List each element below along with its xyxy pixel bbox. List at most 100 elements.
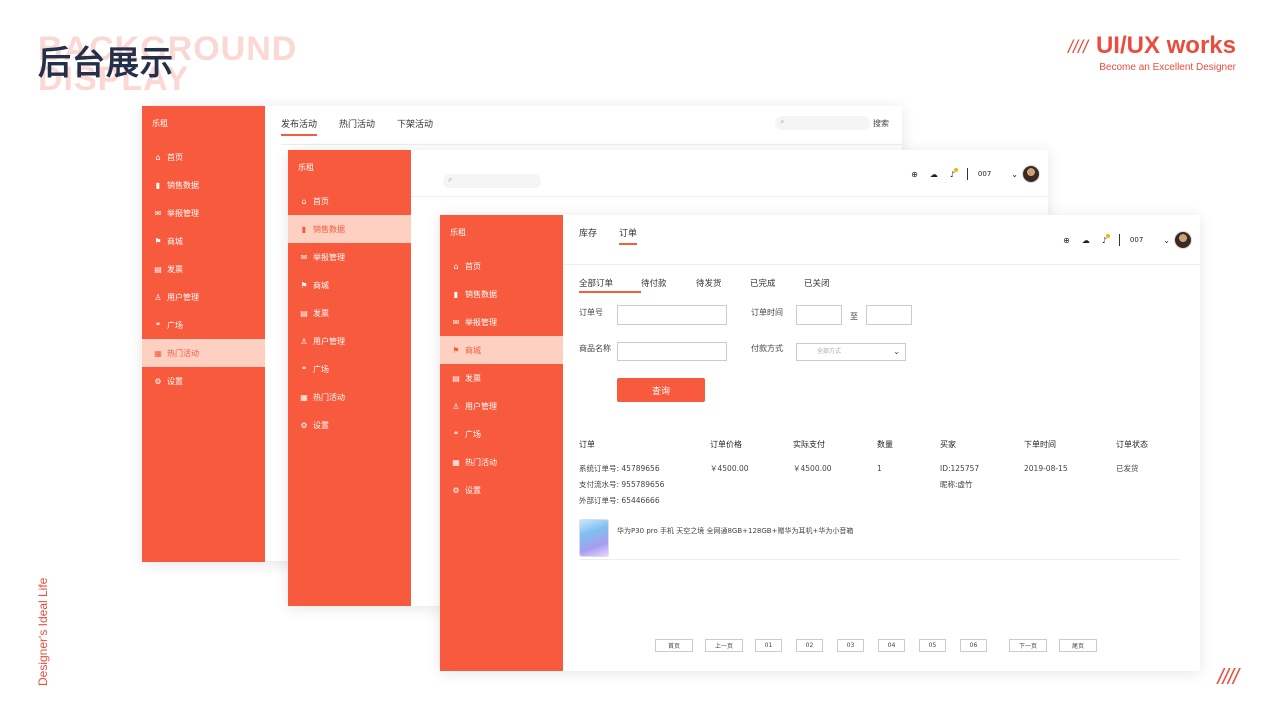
sidebar-item-invoice[interactable]: ▤ 发票 xyxy=(142,255,265,283)
invoice-icon: ▤ xyxy=(452,373,460,383)
globe-icon[interactable]: ⊕ xyxy=(911,170,918,179)
message-icon[interactable]: ☁ xyxy=(930,170,938,179)
sidebar-item-label: 首页 xyxy=(167,152,183,162)
chat-icon: ❝ xyxy=(301,364,307,374)
sidebar-item-reports[interactable]: ✉ 举报管理 xyxy=(142,199,265,227)
tab-pending-payment[interactable]: 待付款 xyxy=(641,277,696,293)
col-order-time: 下单时间 xyxy=(1024,440,1056,449)
sidebar-item-mall[interactable]: ⚑ 商城 xyxy=(142,227,265,255)
sidebar-item-home[interactable]: ⌂ 首页 xyxy=(142,143,265,171)
brand-slashes: //// xyxy=(1067,37,1088,57)
back-search-button[interactable]: 搜索 xyxy=(873,118,889,129)
sidebar-item-user-management[interactable]: ♙ 用户管理 xyxy=(288,327,411,355)
sidebar-item-label: 销售数据 xyxy=(313,224,345,234)
chevron-down-icon[interactable]: ⌄ xyxy=(1011,170,1018,179)
corner-slashes: //// xyxy=(1217,664,1239,689)
sidebar-item-settings[interactable]: ⚙ 设置 xyxy=(142,367,265,395)
sidebar-item-settings[interactable]: ⚙ 设置 xyxy=(288,411,411,439)
tab-orders[interactable]: 订单 xyxy=(619,226,638,245)
sidebar-item-label: 广场 xyxy=(313,364,329,374)
message-icon[interactable]: ☁ xyxy=(1082,236,1090,245)
sidebar-item-home[interactable]: ⌂ 首页 xyxy=(288,187,411,215)
order-no-input[interactable] xyxy=(617,305,727,325)
order-price: ￥4500.00 xyxy=(710,464,749,473)
page-04[interactable]: 04 xyxy=(878,639,905,652)
product-title[interactable]: 华为P30 pro 手机 天空之境 全网通8GB+128GB+赠华为耳机+华为小… xyxy=(617,523,853,539)
sidebar-item-mall[interactable]: ⚑ 商城 xyxy=(440,336,563,364)
product-thumbnail[interactable] xyxy=(579,519,609,557)
col-buyer: 买家 xyxy=(940,440,956,449)
front-window: 乐租 ⌂ 首页 ▮ 销售数据 ✉ 举报管理 ⚑ 商城 ▤ 发票 ♙ 用户管理 ❝ 广场 ▦ 热门活动 ⚙ 设置 库… xyxy=(440,215,1200,671)
sidebar-item-square[interactable]: ❝ 广场 xyxy=(440,420,563,448)
pay-method-select[interactable]: 全部方式 ⌄ xyxy=(796,343,906,361)
order-time-end-input[interactable] xyxy=(866,305,912,325)
tab-offline-activity[interactable]: 下架活动 xyxy=(397,117,433,136)
sidebar-item-label: 发票 xyxy=(167,264,183,274)
sidebar-item-hot-activity[interactable]: ▦ 热门活动 xyxy=(440,448,563,476)
tab-hot-activity[interactable]: 热门活动 xyxy=(339,117,375,136)
home-icon: ⌂ xyxy=(453,261,459,271)
sidebar-item-label: 热门活动 xyxy=(313,392,345,402)
sidebar-item-square[interactable]: ❝ 广场 xyxy=(288,355,411,383)
sidebar-item-square[interactable]: ❝ 广场 xyxy=(142,311,265,339)
order-time-start-input[interactable] xyxy=(796,305,842,325)
chevron-down-icon: ⌄ xyxy=(893,347,900,356)
search-icon: ⌕ xyxy=(448,175,453,184)
sidebar-item-hot-activity[interactable]: ▦ 热门活动 xyxy=(142,339,265,367)
sidebar-item-user-management[interactable]: ♙ 用户管理 xyxy=(440,392,563,420)
product-name-input[interactable] xyxy=(617,342,727,361)
order-time-label: 订单时间 xyxy=(751,308,783,317)
tab-pending-shipment[interactable]: 待发货 xyxy=(696,277,750,293)
tab-inventory[interactable]: 库存 xyxy=(579,226,597,245)
calendar-icon: ▦ xyxy=(452,457,460,467)
sidebar-item-user-management[interactable]: ♙ 用户管理 xyxy=(142,283,265,311)
sidebar-item-label: 销售数据 xyxy=(465,289,497,299)
page-05[interactable]: 05 xyxy=(919,639,946,652)
sidebar-item-label: 用户管理 xyxy=(465,401,497,411)
avatar[interactable] xyxy=(1174,231,1192,249)
sidebar-item-invoice[interactable]: ▤ 发票 xyxy=(440,364,563,392)
sidebar-item-sales-data[interactable]: ▮ 销售数据 xyxy=(142,171,265,199)
tab-all-orders[interactable]: 全部订单 xyxy=(579,277,641,293)
mail-icon: ✉ xyxy=(154,208,162,218)
sidebar-item-invoice[interactable]: ▤ 发票 xyxy=(288,299,411,327)
sidebar-item-label: 发票 xyxy=(465,373,481,383)
back-search-input[interactable]: ⌕ xyxy=(775,116,870,130)
page-03[interactable]: 03 xyxy=(837,639,864,652)
page-next[interactable]: 下一页 xyxy=(1009,639,1047,652)
page-last[interactable]: 尾页 xyxy=(1059,639,1097,652)
sidebar-item-sales-data[interactable]: ▮ 销售数据 xyxy=(440,280,563,308)
middle-search-input[interactable]: ⌕ xyxy=(443,174,541,188)
sidebar-item-home[interactable]: ⌂ 首页 xyxy=(440,252,563,280)
page-01[interactable]: 01 xyxy=(755,639,782,652)
page-02[interactable]: 02 xyxy=(796,639,823,652)
tab-completed[interactable]: 已完成 xyxy=(750,277,804,293)
sidebar-item-settings[interactable]: ⚙ 设置 xyxy=(440,476,563,504)
avatar[interactable] xyxy=(1022,165,1040,183)
bar-chart-icon: ▮ xyxy=(155,180,161,190)
bar-chart-icon: ▮ xyxy=(453,289,459,299)
chevron-down-icon[interactable]: ⌄ xyxy=(1163,236,1170,245)
gear-icon: ⚙ xyxy=(452,485,460,495)
sidebar-item-sales-data[interactable]: ▮ 销售数据 xyxy=(288,215,411,243)
tab-publish-activity[interactable]: 发布活动 xyxy=(281,117,318,136)
page-title: 后台展示 xyxy=(38,43,174,82)
sidebar-item-mall[interactable]: ⚑ 商城 xyxy=(288,271,411,299)
bell-icon[interactable]: ♪ xyxy=(1102,233,1111,245)
sidebar-item-hot-activity[interactable]: ▦ 热门活动 xyxy=(288,383,411,411)
calendar-icon: ▦ xyxy=(300,392,308,402)
sidebar-item-label: 设置 xyxy=(465,485,481,495)
page-first[interactable]: 首页 xyxy=(655,639,693,652)
search-icon: ⌕ xyxy=(780,117,785,126)
tab-closed[interactable]: 已关闭 xyxy=(804,277,858,293)
middle-header-icons: ⊕ ☁ ♪ 007 ⌄ xyxy=(911,165,1040,183)
page-prev[interactable]: 上一页 xyxy=(705,639,743,652)
globe-icon[interactable]: ⊕ xyxy=(1063,236,1070,245)
bell-icon[interactable]: ♪ xyxy=(950,167,959,179)
query-button[interactable]: 查询 xyxy=(617,378,705,402)
page-06[interactable]: 06 xyxy=(960,639,987,652)
sidebar-item-reports[interactable]: ✉ 举报管理 xyxy=(288,243,411,271)
sidebar-item-reports[interactable]: ✉ 举报管理 xyxy=(440,308,563,336)
divider xyxy=(411,196,1048,197)
quantity: 1 xyxy=(877,464,882,473)
